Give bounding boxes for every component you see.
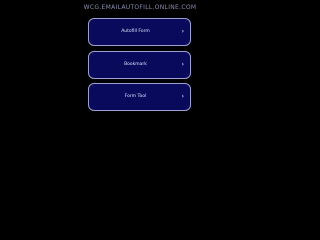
- chevron-right-icon: ›: [181, 28, 184, 35]
- parked-domain-page: WCG.EMAILAUTOFILL.ONLINE.COM Autofill Fo…: [0, 0, 280, 202]
- link-button-form-tool[interactable]: Form Tool ›: [88, 83, 191, 111]
- related-links-list: Autofill Form › Bookmark › Form Tool ›: [88, 18, 191, 116]
- link-button-autofill-form[interactable]: Autofill Form ›: [88, 18, 191, 46]
- link-label: Bookmark: [124, 61, 147, 67]
- domain-title: WCG.EMAILAUTOFILL.ONLINE.COM: [83, 4, 197, 11]
- link-label: Autofill Form: [121, 29, 150, 34]
- link-label: Form Tool: [124, 94, 147, 99]
- chevron-right-icon: ›: [181, 60, 184, 68]
- link-button-bookmark[interactable]: Bookmark ›: [88, 50, 191, 79]
- chevron-right-icon: ›: [181, 93, 184, 100]
